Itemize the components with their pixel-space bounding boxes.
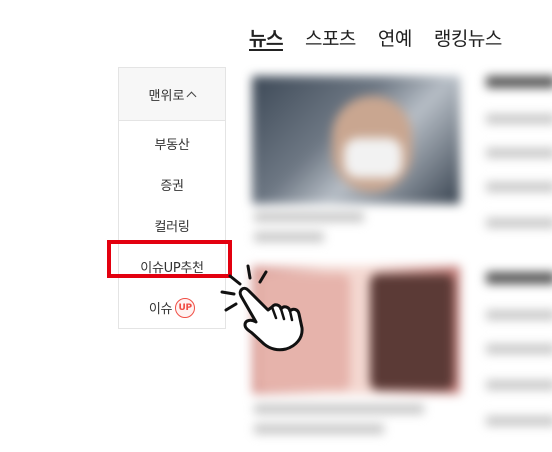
side-menu-item-real-estate[interactable]: 부동산 — [119, 123, 225, 164]
side-menu-item-label: 부동산 — [154, 138, 190, 153]
caret-up-icon — [186, 91, 197, 101]
tab-news[interactable]: 뉴스 — [249, 27, 283, 51]
side-menu-item-label: 이슈 — [148, 302, 173, 317]
tab-entertainment[interactable]: 연예 — [378, 27, 412, 51]
article-list-blurred — [240, 62, 552, 452]
side-menu-item-issue-up-recommend[interactable]: 이슈UP추천 — [119, 246, 225, 287]
scroll-to-top-label: 맨위로 — [148, 88, 185, 104]
up-badge: UP — [175, 297, 196, 318]
article-thumbnail — [252, 76, 460, 204]
scroll-to-top-button[interactable]: 맨위로 — [119, 68, 225, 121]
tab-sports[interactable]: 스포츠 — [305, 27, 356, 51]
side-menu-item-label: 컬러링 — [154, 220, 190, 235]
pointing-hand-cursor-icon — [220, 264, 304, 352]
side-menu-item-label: 이슈UP추천 — [140, 261, 204, 276]
top-navigation: 뉴스 스포츠 연예 랭킹뉴스 — [249, 27, 502, 51]
side-menu-item-label: 증권 — [160, 179, 184, 194]
side-menu-item-issue[interactable]: 이슈 UP — [119, 287, 225, 328]
side-menu-item-stocks[interactable]: 증권 — [119, 164, 225, 205]
side-menu-item-coloring[interactable]: 컬러링 — [119, 205, 225, 246]
tab-ranking-news[interactable]: 랭킹뉴스 — [434, 27, 502, 51]
floating-side-menu: 맨위로 부동산 증권 컬러링 이슈UP추천 이슈 UP — [118, 67, 226, 329]
